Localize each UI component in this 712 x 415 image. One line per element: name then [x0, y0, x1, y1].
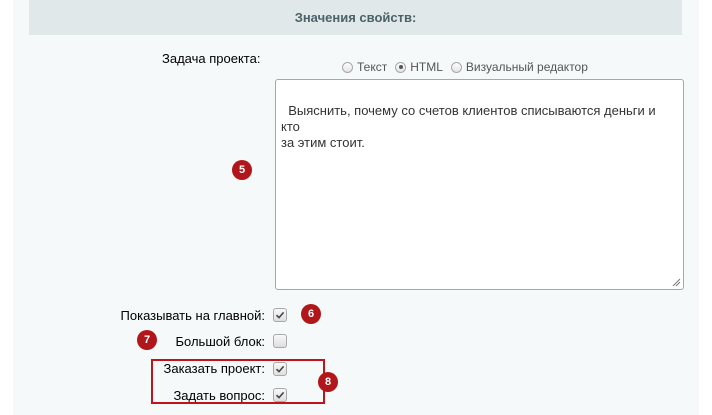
section-header: Значения свойств: [29, 0, 682, 35]
radio-visual-editor[interactable] [450, 61, 462, 73]
big-block-checkbox[interactable] [273, 334, 287, 348]
radio-html[interactable] [395, 61, 407, 73]
task-label: Задача проекта: [162, 51, 261, 66]
step-badge-7: 7 [137, 330, 157, 350]
task-text[interactable]: Выяснить, почему со счетов клиентов спис… [281, 103, 659, 150]
step-badge-6: 6 [301, 304, 321, 324]
format-radio-group: Текст HTML Визуальный редактор [342, 59, 596, 75]
task-textarea[interactable]: Выяснить, почему со счетов клиентов спис… [275, 79, 684, 290]
big-block-label: Большой блок: [175, 334, 266, 349]
show-on-main-label: Показывать на главной: [120, 308, 265, 323]
highlight-frame [151, 359, 325, 404]
radio-visual-editor-option[interactable]: Визуальный редактор [450, 60, 588, 74]
checkmark-icon [275, 311, 285, 319]
radio-html-option[interactable]: HTML [395, 60, 443, 74]
step-badge-5: 5 [232, 160, 252, 180]
show-on-main-checkbox[interactable] [273, 308, 287, 322]
radio-text[interactable] [342, 61, 353, 73]
radio-visual-editor-label[interactable]: Визуальный редактор [466, 60, 588, 74]
radio-text-option[interactable]: Текст [342, 60, 387, 74]
step-badge-8: 8 [318, 372, 338, 392]
radio-html-label[interactable]: HTML [410, 60, 443, 74]
radio-text-label[interactable]: Текст [357, 60, 387, 74]
resize-grip-icon[interactable] [672, 278, 681, 287]
